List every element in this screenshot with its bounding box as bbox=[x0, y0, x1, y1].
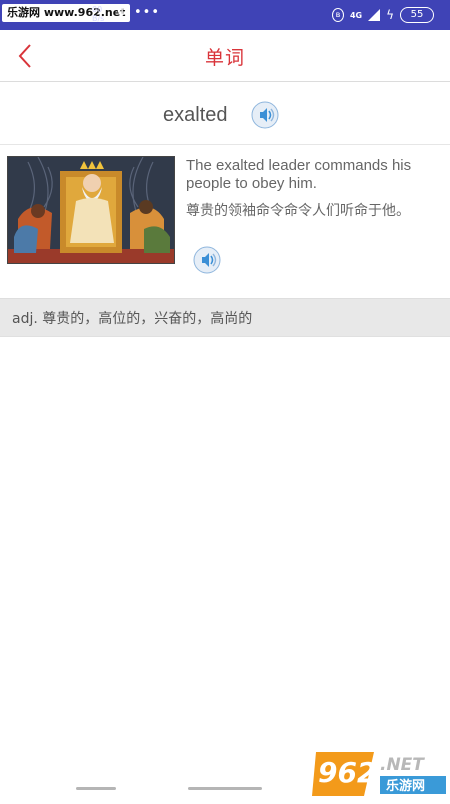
signal-icon bbox=[368, 9, 381, 21]
logo-number: 962 bbox=[318, 756, 376, 789]
example-sentence-chinese: 尊贵的领袖命令命令人们听命于他。 bbox=[186, 203, 410, 219]
status-icons: ʙ 4G ϟ 55 bbox=[331, 6, 434, 24]
battery-level: 55 bbox=[410, 9, 424, 20]
bluetooth-icon: ʙ bbox=[331, 8, 344, 22]
logo-cn: 乐游网 bbox=[386, 778, 425, 794]
watermark-logo: 962 .NET 乐游网 bbox=[310, 744, 450, 800]
watermark-label: 乐游网 www.962.net bbox=[2, 4, 131, 22]
usb-icon: Ψ bbox=[117, 6, 128, 21]
nav-bar-indicator-home bbox=[188, 787, 262, 790]
definition-bar: adj. 尊贵的，高位的，兴奋的，高尚的 bbox=[0, 298, 450, 337]
network-type: 4G bbox=[349, 10, 363, 20]
nav-bar-indicator-left bbox=[76, 787, 116, 790]
king-on-throne-illustration bbox=[8, 157, 174, 263]
example-sentence-english: The exalted leader commands his people t… bbox=[186, 157, 412, 192]
speaker-icon bbox=[193, 246, 221, 274]
logo-net: .NET bbox=[380, 755, 425, 775]
example-section: The exalted leader commands his people t… bbox=[0, 145, 450, 298]
word-row: exalted bbox=[0, 82, 450, 145]
app-header: 单词 bbox=[0, 30, 450, 82]
speaker-icon bbox=[251, 101, 279, 129]
page-title: 单词 bbox=[204, 47, 245, 69]
charging-icon: ϟ bbox=[386, 8, 394, 22]
word-speaker-button[interactable] bbox=[250, 100, 280, 130]
battery-icon: 55 bbox=[400, 7, 434, 23]
definition-text: adj. 尊贵的，高位的，兴奋的，高尚的 bbox=[12, 311, 253, 327]
more-notifications-icon: ••• bbox=[134, 5, 161, 20]
vocabulary-word: exalted bbox=[163, 104, 228, 126]
status-bar: 乐游网 www.962.net 00 B/s Ψ ••• ʙ 4G ϟ 55 bbox=[0, 0, 450, 30]
example-illustration bbox=[7, 156, 175, 264]
example-speaker-button[interactable] bbox=[192, 245, 222, 275]
network-speed: 00 B/s bbox=[92, 5, 105, 23]
